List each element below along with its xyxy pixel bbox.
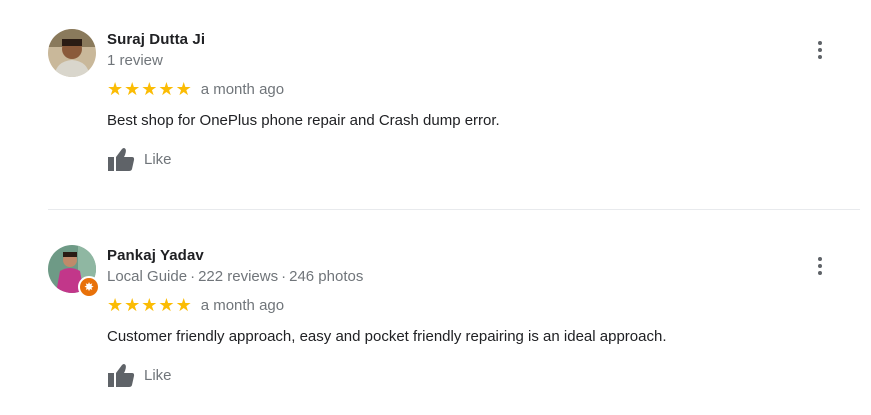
like-button[interactable]: Like [107, 362, 172, 388]
star-icon: ★ [141, 79, 158, 99]
review-card: Suraj Dutta Ji 1 review ★ ★ ★ ★ ★ a mont… [0, 0, 871, 208]
like-label: Like [144, 150, 172, 168]
like-button[interactable]: Like [107, 146, 172, 172]
photo-count: 246 photos [289, 268, 364, 285]
review-text: Customer friendly approach, easy and poc… [107, 328, 667, 345]
thumbs-up-icon [108, 364, 135, 387]
star-icon: ★ [107, 295, 124, 315]
review-count: 1 review [107, 52, 163, 69]
thumbs-up-icon [108, 148, 135, 171]
like-label: Like [144, 366, 172, 384]
avatar[interactable] [48, 29, 96, 77]
rating-row: ★ ★ ★ ★ ★ a month ago [107, 295, 284, 315]
review-count: 222 reviews [198, 268, 279, 285]
reviewer-name[interactable]: Suraj Dutta Ji [107, 31, 205, 48]
star-icon: ★ [141, 295, 158, 315]
star-icon: ★ [107, 79, 124, 99]
review-time: a month ago [200, 296, 285, 314]
star-icon: ★ [158, 79, 175, 99]
star-rating: ★ ★ ★ ★ ★ [107, 296, 193, 314]
star-icon: ★ [124, 79, 141, 99]
star-icon: ★ [124, 295, 141, 315]
star-icon: ★ [175, 79, 192, 99]
more-vert-icon[interactable] [808, 38, 832, 62]
review-card: ✸ Pankaj Yadav Local Guide · 222 reviews · 2… [0, 216, 871, 415]
local-guide-label: Local Guide [107, 268, 188, 285]
avatar[interactable]: ✸ [48, 245, 100, 298]
divider [48, 209, 860, 210]
local-guide-badge-icon: ✸ [78, 276, 100, 298]
review-time: a month ago [200, 80, 285, 98]
reviewer-meta: Local Guide · 222 reviews · 246 photos [107, 268, 364, 285]
star-icon: ★ [175, 295, 192, 315]
reviewer-name[interactable]: Pankaj Yadav [107, 247, 204, 264]
review-text: Best shop for OnePlus phone repair and C… [107, 112, 500, 129]
more-vert-icon[interactable] [808, 254, 832, 278]
reviewer-meta: 1 review [107, 52, 163, 69]
star-icon: ★ [158, 295, 175, 315]
star-rating: ★ ★ ★ ★ ★ [107, 80, 193, 98]
rating-row: ★ ★ ★ ★ ★ a month ago [107, 79, 284, 99]
